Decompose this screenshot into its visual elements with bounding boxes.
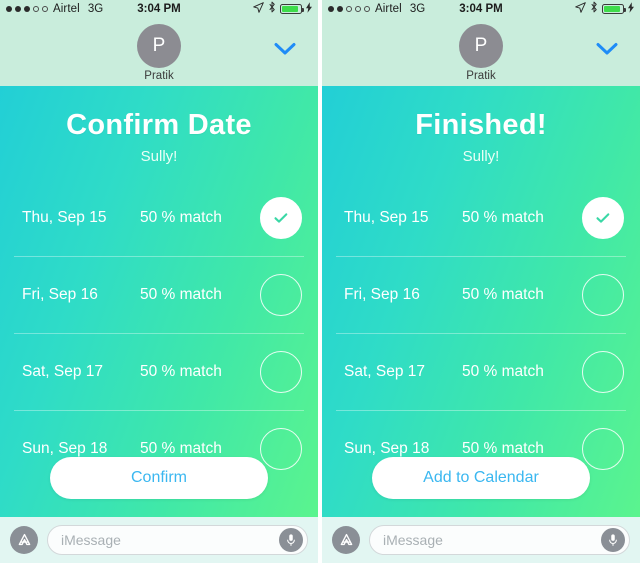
status-bar-right — [575, 0, 634, 18]
battery-icon — [280, 4, 304, 14]
card-title: Finished! — [415, 109, 547, 141]
signal-dot — [33, 6, 39, 12]
date-option-row[interactable]: Fri, Sep 16 50 % match — [0, 256, 318, 333]
match-percentage-label: 50 % match — [140, 285, 222, 303]
contact-name-label: Pratik — [144, 70, 174, 82]
signal-dot — [337, 6, 343, 12]
status-bar-left: Airtel 3G — [328, 3, 425, 15]
match-percentage-label: 50 % match — [462, 285, 544, 303]
signal-dot — [328, 6, 334, 12]
match-percentage-label: 50 % match — [140, 439, 222, 457]
date-option-row[interactable]: Thu, Sep 15 50 % match — [322, 179, 640, 256]
screenshot-root: Airtel 3G 3:04 PM P Pratik Confirm Date … — [0, 0, 640, 563]
status-bar-right — [253, 0, 312, 18]
message-input-placeholder: iMessage — [383, 532, 443, 548]
primary-action-button[interactable]: Add to Calendar — [372, 457, 590, 499]
signal-dot — [346, 6, 352, 12]
card-subtitle: Sully! — [140, 148, 178, 165]
location-arrow-icon — [253, 0, 264, 18]
signal-dot — [355, 6, 361, 12]
chevron-down-icon[interactable] — [596, 42, 618, 56]
conversation-header: P Pratik — [0, 18, 318, 86]
date-options-list: Thu, Sep 15 50 % match Fri, Sep 16 50 % mat… — [322, 179, 640, 487]
date-option-row[interactable]: Sat, Sep 17 50 % match — [0, 333, 318, 410]
select-circle-icon[interactable] — [260, 427, 302, 470]
match-percentage-label: 50 % match — [462, 208, 544, 226]
select-circle-icon[interactable] — [260, 350, 302, 393]
match-percentage-label: 50 % match — [462, 439, 544, 457]
phone-screen: Airtel 3G 3:04 PM P Pratik — [0, 0, 318, 563]
app-store-icon[interactable] — [332, 526, 360, 554]
charging-bolt-icon — [628, 0, 634, 18]
app-store-icon[interactable] — [10, 526, 38, 554]
date-label: Fri, Sep 16 — [22, 285, 98, 303]
match-percentage-label: 50 % match — [140, 362, 222, 380]
signal-strength-icon — [6, 6, 48, 12]
signal-dot — [24, 6, 30, 12]
microphone-icon[interactable] — [601, 528, 625, 552]
conversation-header: P Pratik — [322, 18, 640, 86]
location-arrow-icon — [575, 0, 586, 18]
avatar[interactable]: P — [459, 24, 503, 68]
card-subtitle: Sully! — [462, 148, 500, 165]
carrier-label: Airtel — [53, 3, 80, 15]
message-input-field[interactable]: iMessage — [47, 525, 308, 555]
status-bar-left: Airtel 3G — [6, 3, 103, 15]
select-circle-icon[interactable] — [582, 273, 624, 316]
phone-screen: Airtel 3G 3:04 PM P Pratik — [322, 0, 640, 563]
avatar[interactable]: P — [137, 24, 181, 68]
select-circle-icon[interactable] — [582, 350, 624, 393]
date-label: Sat, Sep 17 — [344, 362, 426, 380]
message-input-placeholder: iMessage — [61, 532, 121, 548]
date-label: Thu, Sep 15 — [22, 208, 107, 226]
date-picker-card: Finished! Sully! Thu, Sep 15 50 % match Fr… — [322, 86, 640, 517]
bluetooth-icon — [590, 0, 598, 18]
date-label: Sun, Sep 18 — [344, 439, 430, 457]
select-circle-icon[interactable] — [582, 427, 624, 470]
signal-dot — [15, 6, 21, 12]
date-label: Sat, Sep 17 — [22, 362, 104, 380]
signal-dot — [364, 6, 370, 12]
date-options-list: Thu, Sep 15 50 % match Fri, Sep 16 50 % mat… — [0, 179, 318, 487]
primary-action-button[interactable]: Confirm — [50, 457, 268, 499]
network-type-label: 3G — [409, 3, 426, 15]
match-percentage-label: 50 % match — [140, 208, 222, 226]
network-type-label: 3G — [87, 3, 104, 15]
bluetooth-icon — [268, 0, 276, 18]
date-option-row[interactable]: Sat, Sep 17 50 % match — [322, 333, 640, 410]
signal-strength-icon — [328, 6, 370, 12]
signal-dot — [6, 6, 12, 12]
charging-bolt-icon — [306, 0, 312, 18]
signal-dot — [42, 6, 48, 12]
selected-checkmark-icon[interactable] — [582, 196, 624, 239]
imessage-compose-bar: iMessage — [0, 517, 318, 563]
date-option-row[interactable]: Fri, Sep 16 50 % match — [322, 256, 640, 333]
card-title: Confirm Date — [66, 109, 252, 141]
date-label: Fri, Sep 16 — [344, 285, 420, 303]
chevron-down-icon[interactable] — [274, 42, 296, 56]
date-option-row[interactable]: Thu, Sep 15 50 % match — [0, 179, 318, 256]
message-input-field[interactable]: iMessage — [369, 525, 630, 555]
status-bar: Airtel 3G 3:04 PM — [0, 0, 318, 18]
selected-checkmark-icon[interactable] — [260, 196, 302, 239]
imessage-compose-bar: iMessage — [322, 517, 640, 563]
date-label: Sun, Sep 18 — [22, 439, 108, 457]
match-percentage-label: 50 % match — [462, 362, 544, 380]
carrier-label: Airtel — [375, 3, 402, 15]
microphone-icon[interactable] — [279, 528, 303, 552]
status-bar: Airtel 3G 3:04 PM — [322, 0, 640, 18]
select-circle-icon[interactable] — [260, 273, 302, 316]
battery-icon — [602, 4, 626, 14]
contact-name-label: Pratik — [466, 70, 496, 82]
date-picker-card: Confirm Date Sully! Thu, Sep 15 50 % matc… — [0, 86, 318, 517]
date-label: Thu, Sep 15 — [344, 208, 429, 226]
